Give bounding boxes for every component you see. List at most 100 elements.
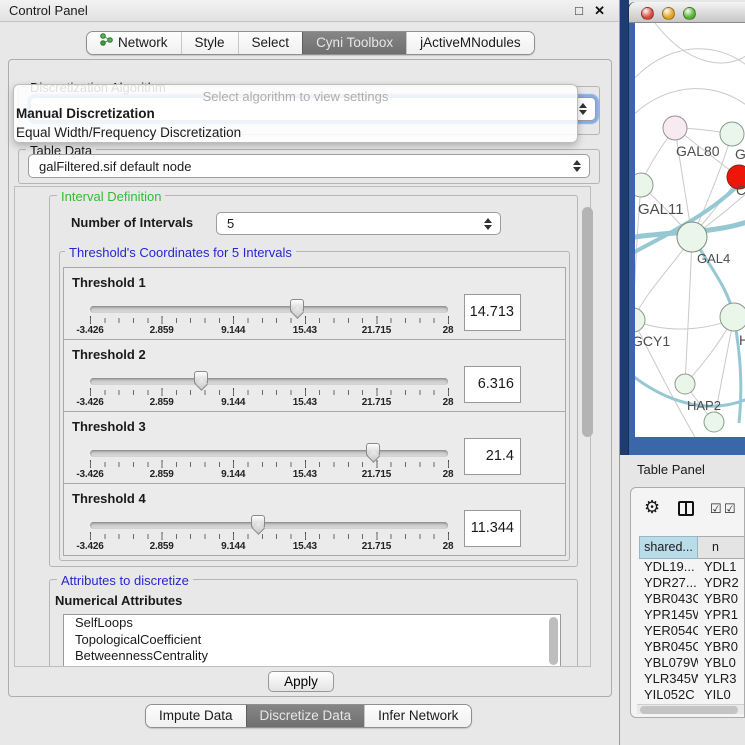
scrollbar-thumb[interactable]: [640, 706, 738, 714]
numerical-attributes-list[interactable]: SelfLoops TopologicalCoefficient Between…: [63, 614, 561, 667]
table-row[interactable]: YPR145W YPR1: [639, 607, 745, 623]
mac-close-button[interactable]: [641, 7, 654, 20]
threshold-value-box[interactable]: 21.4: [464, 438, 521, 475]
tab-label: Cyni Toolbox: [316, 32, 393, 54]
table-cell[interactable]: YDL1: [698, 559, 745, 575]
table-data-combobox[interactable]: galFiltered.sif default node: [28, 154, 590, 178]
tab-impute-data[interactable]: Impute Data: [146, 705, 246, 727]
table-cell[interactable]: YLR345W: [639, 671, 698, 687]
threshold-value-box[interactable]: 11.344: [464, 510, 521, 547]
table-row[interactable]: YER054C YER0: [639, 623, 745, 639]
table-cell[interactable]: YLR3: [698, 671, 745, 687]
table-cell[interactable]: YER054C: [639, 623, 698, 639]
tab-network[interactable]: Network: [87, 32, 181, 54]
slider-handle[interactable]: [290, 299, 304, 312]
table-horizontal-scrollbar[interactable]: [637, 704, 744, 714]
attribute-list-item[interactable]: SelfLoops: [64, 615, 560, 632]
table-cell[interactable]: YER0: [698, 623, 745, 639]
table-cell[interactable]: YBL079W: [639, 655, 698, 671]
table-cell[interactable]: YBR0: [698, 591, 745, 607]
tab-cyni-toolbox[interactable]: Cyni Toolbox: [302, 32, 406, 54]
table-cell[interactable]: YIL052C: [639, 687, 698, 703]
table-row[interactable]: YBR045C YBR0: [639, 639, 745, 655]
table-cell[interactable]: YDR2: [698, 575, 745, 591]
network-node-label: GAL4: [697, 251, 730, 266]
column-header-shared-name[interactable]: shared...: [639, 536, 698, 559]
checkbox-icon[interactable]: ☑: [724, 501, 736, 517]
network-node[interactable]: [720, 303, 745, 331]
threshold-slider[interactable]: -3.426 2.859 9.144 15.43 21.715 28: [90, 268, 448, 341]
table-row[interactable]: YBL079W YBL0: [639, 655, 745, 671]
tab-label: Discretize Data: [260, 705, 352, 727]
apply-button[interactable]: Apply: [268, 671, 334, 692]
popup-option-manual-discretization[interactable]: Manual Discretization: [14, 104, 577, 123]
table-row[interactable]: YDR27... YDR2: [639, 575, 745, 591]
tab-discretize-data[interactable]: Discretize Data: [246, 705, 365, 727]
tab-infer-network[interactable]: Infer Network: [364, 705, 471, 727]
tick-label: 9.144: [221, 397, 245, 408]
threshold-slider[interactable]: -3.426 2.859 9.144 15.43 21.715 28: [90, 412, 448, 485]
slider-handle[interactable]: [194, 371, 208, 384]
threshold-slider[interactable]: -3.426 2.859 9.144 15.43 21.715 28: [90, 340, 448, 413]
table-cell[interactable]: YPR1: [698, 607, 745, 623]
network-node[interactable]: [635, 308, 645, 332]
tab-label: Impute Data: [159, 705, 233, 727]
threshold-value-box[interactable]: 6.316: [464, 366, 521, 403]
network-node[interactable]: [704, 412, 724, 432]
attribute-list-item[interactable]: BetweennessCentrality: [64, 648, 560, 665]
tick-label: 21.715: [362, 541, 391, 552]
tab-jactivemnodules[interactable]: jActiveMNodules: [406, 32, 534, 54]
table-row[interactable]: YLR345W YLR3: [639, 671, 745, 687]
table-cell[interactable]: YBR043C: [639, 591, 698, 607]
slider-track[interactable]: [90, 306, 448, 313]
combo-arrows-icon: [579, 103, 587, 115]
tab-select[interactable]: Select: [238, 32, 303, 54]
threshold-row: Threshold 3 -3.426 2.859 9.144 15.43 21.…: [63, 411, 566, 484]
tab-style[interactable]: Style: [181, 32, 238, 54]
network-node[interactable]: [720, 122, 744, 146]
table-cell[interactable]: YBL0: [698, 655, 745, 671]
threshold-value-box[interactable]: 14.713: [464, 294, 521, 331]
table-cell[interactable]: YIL0: [698, 687, 745, 703]
network-node[interactable]: [663, 116, 687, 140]
checkbox-icon[interactable]: ☑: [710, 501, 722, 517]
slider-handle[interactable]: [251, 515, 265, 528]
network-canvas[interactable]: GAL80GACGAL11GAL4GCY1HHAP2: [635, 23, 745, 437]
slider-track[interactable]: [90, 378, 448, 385]
table-rows: YDL19... YDL1 YDR27... YDR2 YBR043C YBR0…: [639, 559, 745, 704]
slider-handle[interactable]: [366, 443, 380, 456]
attribute-list-item[interactable]: TopologicalCoefficient: [64, 632, 560, 649]
combo-arrows-icon: [573, 160, 581, 172]
table-row[interactable]: YDL19... YDL1: [639, 559, 745, 575]
network-node[interactable]: [675, 374, 695, 394]
table-panel-titlebar: Table Panel: [629, 455, 745, 487]
tick-label: -3.426: [76, 325, 103, 336]
table-row[interactable]: YIL052C YIL0: [639, 687, 745, 703]
network-window-titlebar[interactable]: [629, 2, 745, 23]
tick-label: 21.715: [362, 325, 391, 336]
float-window-icon[interactable]: □: [575, 0, 583, 22]
slider-track[interactable]: [90, 522, 448, 529]
gear-icon[interactable]: ⚙: [644, 497, 660, 518]
split-columns-icon[interactable]: [678, 501, 694, 516]
table-row[interactable]: YBR043C YBR0: [639, 591, 745, 607]
mac-minimize-button[interactable]: [662, 7, 675, 20]
mac-zoom-button[interactable]: [683, 7, 696, 20]
table-cell[interactable]: YPR145W: [639, 607, 698, 623]
tick-label: -3.426: [76, 469, 103, 480]
close-icon[interactable]: ✕: [594, 0, 605, 22]
table-cell[interactable]: YBR045C: [639, 639, 698, 655]
attribute-list-scrollbar[interactable]: [549, 617, 558, 665]
slider-track[interactable]: [90, 450, 448, 457]
column-header-name[interactable]: n: [698, 536, 745, 559]
threshold-slider[interactable]: -3.426 2.859 9.144 15.43 21.715 28: [90, 484, 448, 557]
network-node[interactable]: [677, 222, 707, 252]
settings-vertical-scrollbar[interactable]: [582, 207, 593, 437]
table-cell[interactable]: YBR0: [698, 639, 745, 655]
popup-option-equal-width-frequency[interactable]: Equal Width/Frequency Discretization: [14, 123, 577, 142]
table-data-combobox-value: galFiltered.sif default node: [39, 159, 191, 174]
network-node-label: GA: [735, 146, 745, 162]
table-cell[interactable]: YDL19...: [639, 559, 698, 575]
number-of-intervals-combobox[interactable]: 5: [216, 212, 501, 235]
table-cell[interactable]: YDR27...: [639, 575, 698, 591]
